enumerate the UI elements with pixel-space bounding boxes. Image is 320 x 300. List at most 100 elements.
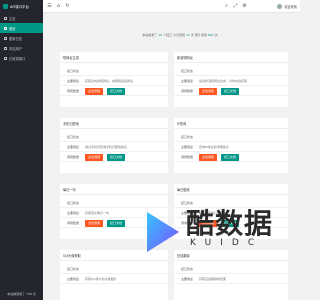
watermark-text: 酷数据 <box>186 207 274 240</box>
status-key: 接口状态 <box>67 267 80 271</box>
doc-button[interactable]: 接口文档 <box>107 87 126 95</box>
status-key: 接口状态 <box>67 69 80 73</box>
stats-summary: 本站收录了 10 个接口 今日调用 12 次 累计调用 660 次 <box>60 33 300 37</box>
card-title: IP查询 <box>177 122 187 126</box>
sidebar-item-changelog[interactable]: 更新日志 <box>0 33 43 43</box>
desc-value: 查询IP地址的详细信息 <box>199 145 229 149</box>
status-key: 接口状态 <box>67 135 80 139</box>
sidebar-item-label: 首页 <box>9 26 16 31</box>
card-title: 短网址生成 <box>63 56 79 60</box>
sidebar-item-index[interactable]: 首页 <box>0 23 43 33</box>
ops-key: 调用数量 <box>67 89 80 93</box>
settings-icon[interactable]: ⚙ <box>241 3 248 10</box>
topbar: ☰ ⌂ ↻ ⌕ ⤢ ⚙ 欢迎来到 <box>43 0 300 13</box>
desc-value: 通过手机号查询手机归属地信息 <box>85 145 128 149</box>
log-icon <box>4 36 7 40</box>
desc-value: 提供新浪短网址生成，为你在线获取 <box>199 79 248 83</box>
divider <box>174 62 288 63</box>
user-menu[interactable]: 欢迎来到 <box>277 0 297 13</box>
desc-row: 主要用途 通过手机号查询手机归属地信息 <box>60 142 168 152</box>
sidebar-item-label: 已收录接口 <box>9 56 26 61</box>
desc-value: 获取生成的短网址，或者短链接网址 <box>85 79 134 83</box>
desc-key: 主要用途 <box>181 79 194 83</box>
avatar <box>277 4 283 9</box>
ops-key: 调用数量 <box>181 89 194 93</box>
ops-row: 调用数量 点击调用 接口文档 <box>174 152 288 162</box>
watermark-subtext: KUIDC <box>190 238 264 248</box>
user-icon <box>4 46 7 50</box>
card-title: QQ头像获取 <box>63 254 81 258</box>
menu-icon[interactable]: ☰ <box>46 3 53 10</box>
sidebar-item-users[interactable]: 本站用户 <box>0 43 43 53</box>
home-icon[interactable]: ⌂ <box>55 3 62 10</box>
desc-value: 获取英文每日一句 <box>85 211 110 215</box>
stats-prefix: 本站收录了 <box>142 33 158 37</box>
status-row: 接口状态 <box>174 132 288 142</box>
call-button[interactable]: 点击调用 <box>199 87 218 95</box>
status-key: 接口状态 <box>67 201 80 205</box>
ops-key: 调用数量 <box>67 155 80 159</box>
card-title: 新浪短网址 <box>177 56 193 60</box>
desc-row: 主要用途 获取生成的短网址，或者短链接网址 <box>60 76 168 86</box>
status-row: 接口状态 <box>60 132 168 142</box>
brand[interactable]: API接口平台 <box>0 0 43 13</box>
call-button[interactable]: 点击调用 <box>199 153 218 161</box>
ops-row: 调用数量 点击调用 接口文档 <box>60 152 168 162</box>
status-key: 接口状态 <box>181 135 194 139</box>
desc-row: 主要用途 提供新浪短网址生成，为你在线获取 <box>174 76 288 86</box>
api-count: 10 <box>158 33 163 37</box>
ops-row: 调用数量 点击调用 接口文档 <box>60 86 168 96</box>
sidebar-item-label: 本站用户 <box>9 46 23 51</box>
sidebar-item-label: 主页 <box>9 16 16 21</box>
list-icon <box>4 26 7 30</box>
today-count: 12 <box>186 33 190 37</box>
watermark: 酷数据 KUIDC <box>133 200 300 300</box>
desc-row: 主要用途 查询IP地址的详细信息 <box>174 142 288 152</box>
status-key: 接口状态 <box>181 69 194 73</box>
search-icon[interactable]: ⌕ <box>223 3 230 10</box>
desc-key: 主要用途 <box>67 145 80 149</box>
divider <box>60 62 168 63</box>
api-icon <box>4 56 7 60</box>
divider <box>60 128 168 129</box>
doc-button[interactable]: 接口文档 <box>221 87 240 95</box>
sidebar-footer: 本站被调用了 798 次 <box>7 291 36 296</box>
desc-key: 主要用途 <box>181 145 194 149</box>
ops-key: 调用数量 <box>67 221 80 225</box>
app-title: API接口平台 <box>10 5 29 9</box>
desc-key: 主要用途 <box>67 277 80 281</box>
ops-row: 调用数量 点击调用 接口文档 <box>174 86 288 96</box>
api-card: IP查询 接口状态 主要用途 查询IP地址的详细信息 调用数量 点击调用 接口文… <box>174 118 288 173</box>
card-title: 每日一句 <box>63 188 76 192</box>
divider <box>174 194 288 195</box>
stats-mid2: 次 累计调用 <box>190 33 207 37</box>
status-row: 接口状态 <box>174 66 288 76</box>
sidebar-item-apis[interactable]: 已收录接口 <box>0 53 43 63</box>
user-label: 欢迎来到 <box>284 5 297 9</box>
desc-key: 主要用途 <box>67 211 80 215</box>
stats-suffix: 次 <box>214 33 218 37</box>
stats-mid1: 个接口 今日调用 <box>163 33 186 37</box>
play-logo-icon <box>147 212 179 252</box>
fullscreen-icon[interactable]: ⤢ <box>232 3 239 10</box>
call-button[interactable]: 点击调用 <box>85 153 104 161</box>
card-title: 每日壁纸 <box>177 188 190 192</box>
api-card: 手机归属地 接口状态 主要用途 通过手机号查询手机归属地信息 调用数量 点击调用… <box>60 118 168 173</box>
call-button[interactable]: 点击调用 <box>85 219 104 227</box>
doc-button[interactable]: 接口文档 <box>221 153 240 161</box>
api-card: 新浪短网址 接口状态 主要用途 提供新浪短网址生成，为你在线获取 调用数量 点击… <box>174 52 288 107</box>
ops-key: 调用数量 <box>181 155 194 159</box>
home-icon <box>4 16 7 20</box>
doc-button[interactable]: 接口文档 <box>107 153 126 161</box>
sidebar: API接口平台 主页 首页 更新日志 本站用户 已收录接口 本站被调用了 798… <box>0 0 43 300</box>
desc-key: 主要用途 <box>67 79 80 83</box>
call-button[interactable]: 点击调用 <box>85 87 104 95</box>
sidebar-item-home[interactable]: 主页 <box>0 13 43 23</box>
desc-value: 获取QQ用户的头像图片 <box>85 277 117 281</box>
sidebar-item-label: 更新日志 <box>9 36 23 41</box>
total-count: 660 <box>207 33 214 37</box>
logo-icon <box>3 4 8 9</box>
card-title: 手机归属地 <box>63 122 79 126</box>
refresh-icon[interactable]: ↻ <box>64 3 71 10</box>
doc-button[interactable]: 接口文档 <box>107 219 126 227</box>
